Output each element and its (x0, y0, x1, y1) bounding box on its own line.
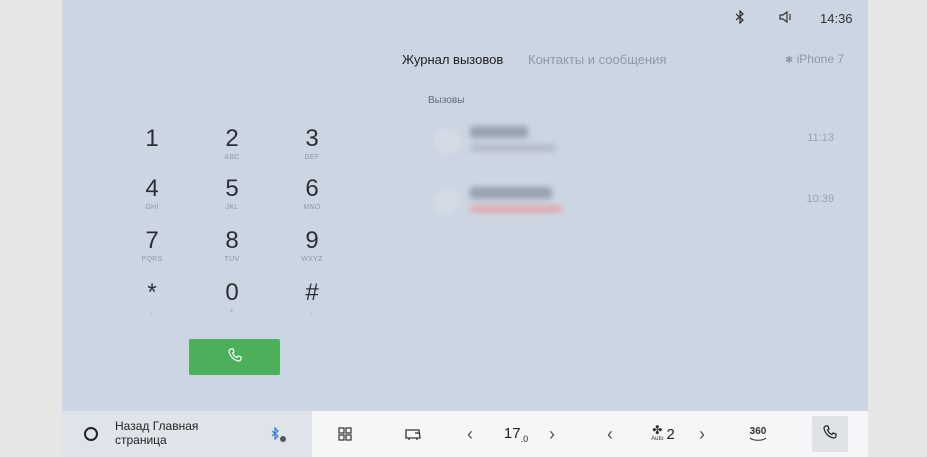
key-digit: 0 (225, 279, 239, 306)
calls-section-title: Вызовы (428, 95, 465, 106)
key-digit: 2 (225, 125, 239, 152)
call-log-item[interactable]: 11:13 (434, 116, 834, 166)
car-display: 14:36 Журнал вызовов Контакты и сообщени… (62, 0, 868, 457)
contact-avatar (434, 128, 460, 154)
bluetooth-media-icon[interactable] (267, 423, 289, 450)
temperature-value: 17 (503, 424, 521, 442)
call-time: 10:39 (806, 193, 834, 205)
blurred-contact-name (470, 126, 528, 138)
key-digit: 5 (225, 175, 239, 202)
key-digit: * (147, 279, 157, 306)
contact-avatar (434, 189, 460, 215)
chevron-right-icon: › (549, 423, 555, 444)
chevron-left-icon: ‹ (607, 423, 613, 444)
key-letters: PQRS (141, 256, 163, 263)
key-digit: 7 (145, 227, 159, 254)
key-letters: JKL (225, 204, 239, 211)
blurred-contact-name (470, 187, 552, 199)
key-digit: 4 (145, 175, 159, 202)
status-time: 14:36 (820, 11, 853, 26)
nav-label[interactable]: Назад Главная страница (115, 419, 235, 447)
temperature-decimal: .0 (520, 433, 529, 444)
camera-360-icon: 360 (749, 425, 767, 442)
key-letters: MNO (303, 204, 321, 211)
chevron-right-icon: › (699, 423, 705, 444)
chevron-left-icon: ‹ (467, 423, 473, 444)
key-letters: , (150, 308, 154, 315)
key-digit: 9 (305, 227, 319, 254)
device-name: iPhone 7 (796, 52, 844, 66)
fan-icon: ✤ Auto (651, 423, 664, 442)
keypad-key[interactable]: #; (282, 279, 342, 316)
temperature-display: 17.0 (492, 411, 540, 457)
fan-decrease-button[interactable]: ‹ (600, 411, 620, 457)
phone-icon (227, 347, 242, 367)
key-digit: 8 (225, 227, 239, 254)
key-digit: 3 (305, 125, 319, 152)
blurred-call-details (470, 144, 556, 152)
call-log-item[interactable]: 10:39 (434, 177, 834, 227)
key-letters: DEF (304, 154, 320, 161)
key-digit: 6 (305, 175, 319, 202)
key-letters: ABC (224, 154, 240, 161)
keypad-key[interactable]: 8 TUV (202, 227, 262, 264)
bottom-bar: Назад Главная страница ‹ 17.0 › ‹ ✤ Auto (62, 411, 868, 457)
keypad-key[interactable]: 2 ABC (202, 125, 262, 162)
tab-call-log[interactable]: Журнал вызовов (402, 52, 503, 67)
volume-icon[interactable] (779, 10, 795, 27)
temp-increase-button[interactable]: › (542, 411, 562, 457)
bluetooth-icon (734, 9, 746, 27)
keypad-key[interactable]: 7 PQRS (122, 227, 182, 264)
call-button[interactable] (189, 339, 280, 375)
keypad-key[interactable]: 0 + (202, 279, 262, 316)
fan-increase-button[interactable]: › (692, 411, 712, 457)
car-seat-icon[interactable] (398, 411, 428, 457)
connected-device[interactable]: ✱ iPhone 7 (785, 52, 844, 66)
bluetooth-small-icon: ✱ (784, 55, 794, 66)
apps-grid-icon[interactable] (330, 411, 360, 457)
key-digit: # (305, 279, 319, 306)
tab-contacts-messages[interactable]: Контакты и сообщения (528, 52, 666, 67)
navigation-panel: Назад Главная страница (62, 411, 312, 457)
camera-360-label: 360 (749, 425, 767, 437)
phone-app-button[interactable] (812, 416, 848, 452)
fan-display: ✤ Auto 2 (640, 411, 686, 457)
key-letters: + (229, 308, 235, 315)
key-letters: WXYZ (301, 256, 323, 263)
call-time: 11:13 (807, 132, 834, 144)
fan-mode: Auto (651, 436, 664, 442)
key-letters: GHI (145, 204, 159, 211)
key-letters: TUV (224, 256, 240, 263)
keypad-key[interactable]: 3 DEF (282, 125, 342, 162)
fan-level: 2 (666, 425, 675, 443)
key-digit: 1 (145, 125, 159, 152)
blurred-call-details (470, 205, 562, 213)
keypad-key[interactable]: 4 GHI (122, 175, 182, 212)
keypad-key[interactable]: 5 JKL (202, 175, 262, 212)
home-circle-icon[interactable] (84, 427, 98, 441)
phone-icon (823, 424, 837, 444)
keypad-key[interactable]: 9 WXYZ (282, 227, 342, 264)
keypad-key[interactable]: *, (122, 279, 182, 316)
temp-decrease-button[interactable]: ‹ (460, 411, 480, 457)
key-letters: ; (310, 308, 314, 315)
camera-360-button[interactable]: 360 (740, 411, 776, 457)
keypad-key[interactable]: 1 (122, 126, 182, 154)
keypad-key[interactable]: 6 MNO (282, 175, 342, 212)
